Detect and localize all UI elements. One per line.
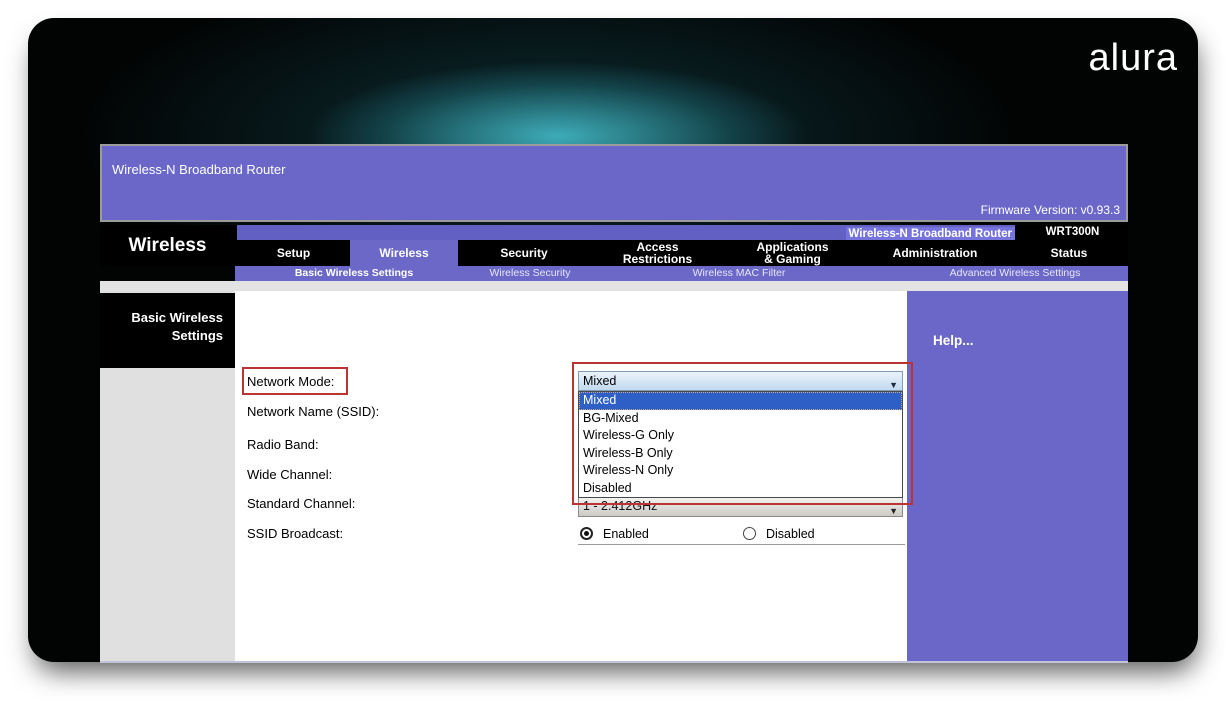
router-title: Wireless-N Broadband Router xyxy=(112,162,285,177)
option-wireless-g-only[interactable]: Wireless-G Only xyxy=(579,427,902,445)
option-mixed[interactable]: Mixed xyxy=(579,392,902,410)
nav-tabs: Setup Wireless Security Access Restricti… xyxy=(237,240,1128,266)
help-panel: Help... xyxy=(907,291,1128,661)
tab-setup[interactable]: Setup xyxy=(237,240,350,266)
content-area: Basic Wireless Settings Network Mode: Ne… xyxy=(100,291,1128,661)
option-wireless-b-only[interactable]: Wireless-B Only xyxy=(579,445,902,463)
label-radio-band: Radio Band: xyxy=(247,437,319,452)
tab-applications-gaming[interactable]: Applications & Gaming xyxy=(725,240,860,266)
tab-status[interactable]: Status xyxy=(1010,240,1128,266)
current-section-title: Wireless xyxy=(100,225,235,266)
router-admin-ui: Wireless-N Broadband Router Firmware Ver… xyxy=(100,144,1128,663)
sidebar-section-label: Basic Wireless Settings xyxy=(100,293,235,368)
main-navbar: Wireless Wireless-N Broadband Router WRT… xyxy=(100,225,1128,266)
subnav-wireless-security[interactable]: Wireless Security xyxy=(489,267,570,279)
tab-security[interactable]: Security xyxy=(458,240,590,266)
divider-strip xyxy=(100,281,1128,291)
help-link[interactable]: Help... xyxy=(933,333,974,348)
label-ssid-broadcast: SSID Broadcast: xyxy=(247,526,343,541)
option-bg-mixed[interactable]: BG-Mixed xyxy=(579,410,902,428)
product-row: Wireless-N Broadband Router WRT300N xyxy=(237,225,1128,240)
form-divider-line xyxy=(578,544,905,545)
option-disabled[interactable]: Disabled xyxy=(579,480,902,498)
network-mode-select[interactable]: Mixed ▼ xyxy=(578,371,903,391)
model-number: WRT300N xyxy=(1017,225,1128,240)
alura-logo: alura xyxy=(1089,38,1179,78)
tab-administration[interactable]: Administration xyxy=(860,240,1010,266)
sub-navbar: Basic Wireless Settings Wireless Securit… xyxy=(235,266,1128,281)
subnav-advanced-wireless-settings[interactable]: Advanced Wireless Settings xyxy=(950,267,1081,279)
form-panel: Network Mode: Network Name (SSID): Radio… xyxy=(235,291,907,661)
standard-channel-select[interactable]: 1 - 2.412GHz ▼ xyxy=(578,496,903,517)
router-header-banner: Wireless-N Broadband Router Firmware Ver… xyxy=(100,144,1128,222)
ssid-broadcast-disabled-label: Disabled xyxy=(766,527,815,541)
ssid-broadcast-disabled-radio[interactable] xyxy=(743,527,756,540)
network-mode-selected-value: Mixed xyxy=(583,374,616,388)
tab-access-restrictions[interactable]: Access Restrictions xyxy=(590,240,725,266)
tab-wireless[interactable]: Wireless xyxy=(350,240,458,266)
label-standard-channel: Standard Channel: xyxy=(247,496,355,511)
subnav-basic-wireless-settings[interactable]: Basic Wireless Settings xyxy=(295,267,413,279)
ssid-broadcast-enabled-label: Enabled xyxy=(603,527,649,541)
firmware-version: Firmware Version: v0.93.3 xyxy=(981,203,1120,217)
page-bottom-border xyxy=(100,661,1128,663)
dropdown-arrow-icon[interactable]: ▼ xyxy=(889,502,898,521)
label-wide-channel: Wide Channel: xyxy=(247,467,332,482)
sidebar: Basic Wireless Settings xyxy=(100,291,235,661)
label-network-name-ssid: Network Name (SSID): xyxy=(247,404,379,419)
product-strip: Wireless-N Broadband Router xyxy=(237,225,1015,240)
label-network-mode: Network Mode: xyxy=(247,374,334,389)
network-mode-dropdown-list: Mixed BG-Mixed Wireless-G Only Wireless-… xyxy=(578,391,903,498)
subnav-wireless-mac-filter[interactable]: Wireless MAC Filter xyxy=(693,267,786,279)
ssid-broadcast-enabled-radio[interactable] xyxy=(580,527,593,540)
option-wireless-n-only[interactable]: Wireless-N Only xyxy=(579,462,902,480)
standard-channel-value: 1 - 2.412GHz xyxy=(583,499,657,513)
